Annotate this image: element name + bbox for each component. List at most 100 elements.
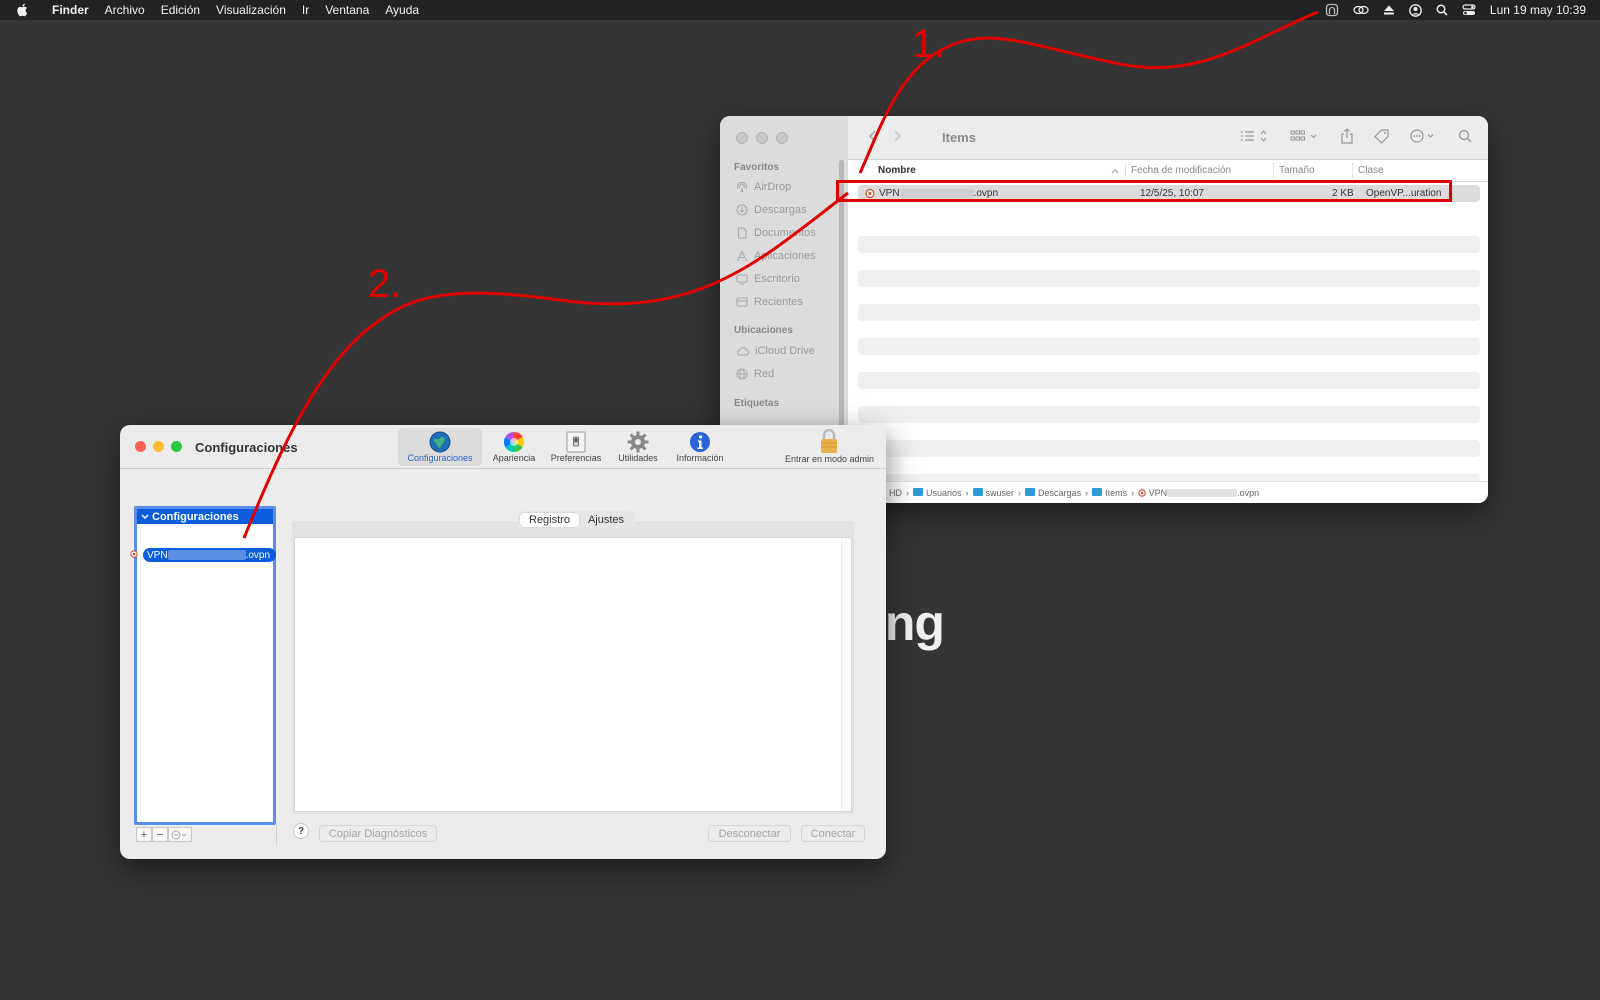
menu-clock[interactable]: Lun 19 may 10:39 [1490,3,1586,17]
sidebar-item-label: AirDrop [754,181,792,193]
path-item-swuser[interactable]: swuser [972,487,1014,498]
column-kind[interactable]: Clase [1358,165,1384,176]
folder-icon [1092,487,1103,496]
menu-visualizacion[interactable]: Visualización [208,0,294,20]
menu-ventana[interactable]: Ventana [317,0,377,20]
globe-icon [736,368,748,380]
column-divider[interactable] [1273,163,1274,178]
sidebar-item-airdrop[interactable]: AirDrop [736,178,791,196]
user-icon[interactable] [1409,3,1422,17]
column-size[interactable]: Tamaño [1279,165,1315,176]
nav-buttons [868,128,902,144]
tab-preferencias[interactable]: Preferencias [546,428,606,466]
config-actions-button[interactable] [168,827,192,842]
path-item-items[interactable]: Items [1092,487,1127,498]
sidebar-item-network[interactable]: Red [736,365,774,383]
configuration-item[interactable]: VPN .ovpn [143,548,276,562]
admin-mode-button[interactable]: Entrar en modo admin [785,428,874,464]
segment-registro[interactable]: Registro [520,513,579,527]
search-icon[interactable] [1436,4,1448,16]
zoom-button[interactable] [171,441,182,452]
tab-configuraciones[interactable]: Configuraciones [398,428,482,466]
minimize-button[interactable] [153,441,164,452]
download-icon [736,204,748,216]
apple-menu-icon[interactable] [0,3,44,17]
forward-icon[interactable] [892,128,902,144]
close-button[interactable] [736,132,748,144]
eject-icon[interactable] [1383,4,1395,16]
log-area[interactable] [294,537,852,812]
more-actions-icon[interactable] [1410,129,1438,143]
chevron-down-icon [141,514,149,519]
configurations-list-header[interactable]: Configuraciones [137,509,273,524]
path-item-descargas[interactable]: Descargas [1025,487,1081,498]
column-name[interactable]: Nombre [878,165,916,176]
airdrop-icon [736,181,748,192]
menu-ayuda[interactable]: Ayuda [377,0,427,20]
minimize-button[interactable] [756,132,768,144]
share-icon[interactable] [1340,128,1354,144]
menu-edicion[interactable]: Edición [153,0,208,20]
window-titlebar: Configuraciones Configuraciones Aparienc… [120,425,886,469]
sort-ascending-icon[interactable] [1111,168,1119,174]
folder-icon [913,487,924,496]
close-button[interactable] [135,441,146,452]
remove-config-button[interactable]: − [152,827,168,842]
sidebar-item-label: iCloud Drive [755,345,815,357]
log-scrollbar[interactable] [841,538,851,811]
segment-ajustes[interactable]: Ajustes [579,513,633,527]
tab-informacion[interactable]: Información [670,428,730,466]
grid-view-icon[interactable] [1290,129,1320,143]
sidebar-item-label: Escritorio [754,273,800,285]
tag-icon[interactable] [1374,128,1390,144]
column-modified[interactable]: Fecha de modificación [1131,165,1231,176]
tunnelblick-icon[interactable] [1325,3,1339,17]
gear-icon [627,431,649,453]
tab-utilidades[interactable]: Utilidades [608,428,668,466]
path-item-file[interactable]: VPN .ovpn [1138,488,1259,498]
connect-button[interactable]: Conectar [801,825,865,842]
cloud-icon [737,347,749,356]
link-icon[interactable] [1353,4,1369,16]
status-area: Lun 19 may 10:39 [1325,0,1586,20]
sidebar-item-downloads[interactable]: Descargas [736,201,807,219]
sidebar-item-desktop[interactable]: Escritorio [736,270,800,288]
divider [276,825,277,845]
sidebar-item-label: Documentos [754,227,816,239]
annotation-step-1: 1. [912,22,946,66]
column-divider[interactable] [1352,163,1353,178]
disconnect-button[interactable]: Desconectar [708,825,791,842]
sidebar-section-tags: Etiquetas [734,398,780,409]
sidebar-section-locations: Ubicaciones [734,325,793,336]
sidebar-item-recents[interactable]: Recientes [736,293,803,311]
switch-icon [566,431,586,453]
sidebar-item-documents[interactable]: Documentos [736,224,816,242]
finder-title: Items [942,130,976,145]
empty-row [858,338,1480,355]
copy-diagnostics-button[interactable]: Copiar Diagnósticos [319,825,437,842]
tab-apariencia[interactable]: Apariencia [484,428,544,466]
folder-icon [1025,487,1036,496]
back-icon[interactable] [868,128,878,144]
search-icon[interactable] [1458,129,1472,143]
menu-archivo[interactable]: Archivo [97,0,153,20]
path-item-usuarios[interactable]: Usuarios [913,487,962,498]
menu-finder[interactable]: Finder [44,0,97,20]
help-button[interactable]: ? [293,823,309,839]
control-center-icon[interactable] [1462,4,1476,16]
applications-icon [736,250,748,262]
zoom-button[interactable] [776,132,788,144]
configurations-list[interactable]: Configuraciones VPN .ovpn [134,506,276,825]
sidebar-item-icloud[interactable]: iCloud Drive [736,342,815,360]
column-divider[interactable] [1125,163,1126,178]
color-wheel-icon [503,431,525,453]
menu-ir[interactable]: Ir [294,0,317,20]
list-view-icon[interactable] [1240,129,1270,143]
sidebar-item-applications[interactable]: Aplicaciones [736,247,816,265]
empty-row [858,372,1480,389]
empty-row [858,270,1480,287]
path-bar: cintosh HD › Usuarios › swuser › Descarg… [848,481,1488,503]
sidebar-item-label: Descargas [754,204,807,216]
add-config-button[interactable]: + [136,827,152,842]
toolbar-icons [1240,128,1472,144]
